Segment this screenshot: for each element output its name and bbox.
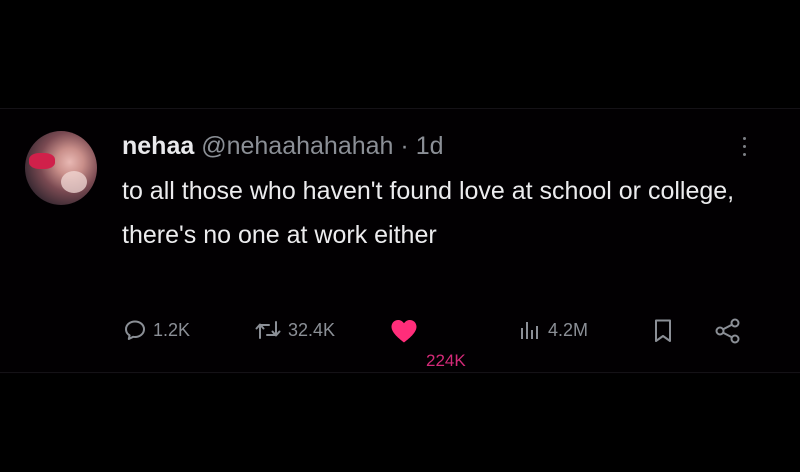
author-name[interactable]: nehaa bbox=[122, 132, 194, 160]
bookmark-icon bbox=[652, 318, 674, 344]
reply-icon bbox=[123, 318, 147, 342]
tweet-age[interactable]: 1d bbox=[416, 132, 444, 160]
tweet-text: to all those who haven't found love at s… bbox=[122, 177, 735, 249]
tweet-header: nehaa @nehaahahahah · 1d bbox=[122, 131, 444, 161]
views-button[interactable]: 4.2M bbox=[518, 318, 588, 342]
more-options-icon[interactable] bbox=[741, 137, 747, 161]
like-button[interactable] bbox=[389, 318, 419, 344]
action-bar: 1.2K 32.4K 4.2M bbox=[0, 315, 800, 365]
reply-count: 1.2K bbox=[153, 319, 191, 340]
like-count: 224K bbox=[426, 351, 466, 370]
share-button[interactable] bbox=[713, 318, 743, 344]
views-icon bbox=[518, 318, 542, 342]
retweet-button[interactable]: 32.4K bbox=[254, 318, 335, 342]
retweet-count: 32.4K bbox=[288, 319, 336, 340]
divider bbox=[0, 108, 800, 109]
avatar[interactable] bbox=[25, 131, 97, 205]
header-separator: · bbox=[400, 132, 409, 160]
divider bbox=[0, 372, 800, 373]
heart-icon bbox=[389, 318, 419, 344]
share-icon bbox=[713, 318, 743, 344]
avatar-detail bbox=[29, 153, 55, 169]
avatar-detail bbox=[61, 171, 87, 193]
retweet-icon bbox=[254, 318, 282, 342]
bookmark-button[interactable] bbox=[652, 318, 674, 344]
reply-button[interactable]: 1.2K bbox=[123, 318, 190, 342]
author-handle[interactable]: @nehaahahahah bbox=[201, 132, 393, 160]
views-count: 4.2M bbox=[548, 319, 589, 340]
